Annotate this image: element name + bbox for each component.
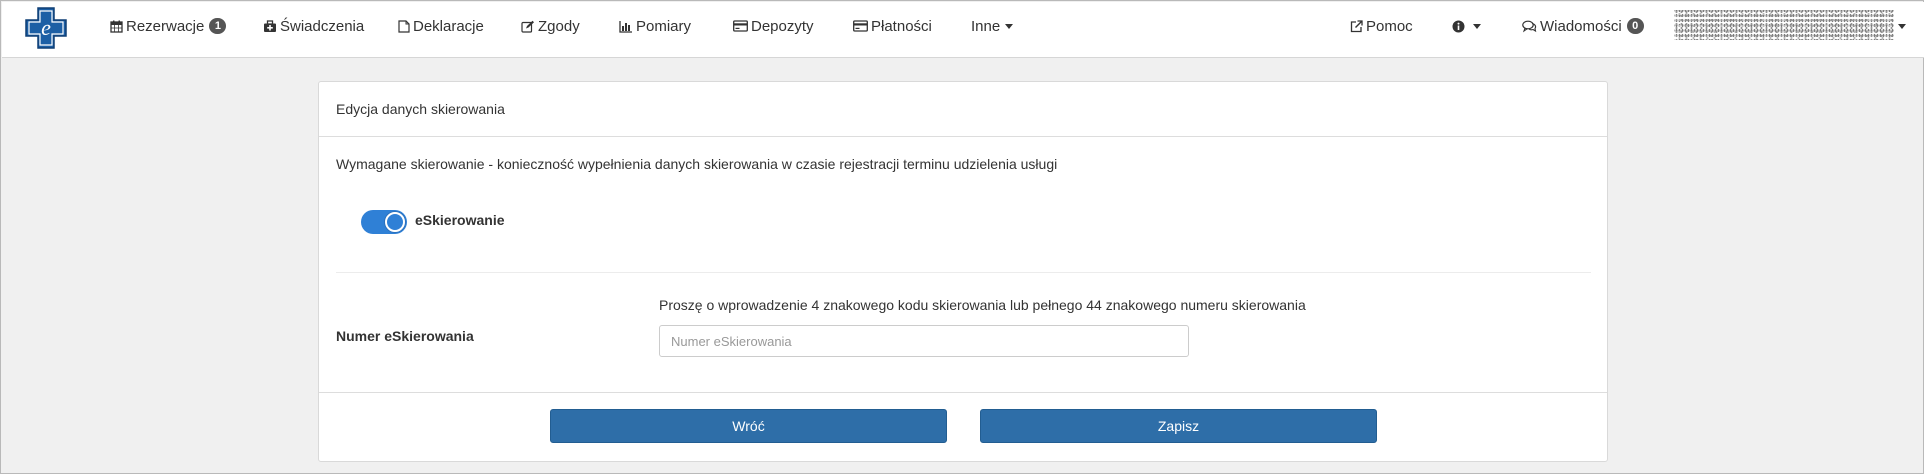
medkit-icon [264, 19, 276, 32]
logo-icon[interactable]: e [24, 6, 68, 50]
referral-required-info: Wymagane skierowanie - konieczność wypeł… [336, 156, 1058, 172]
field-help-text: Proszę o wprowadzenie 4 znakowego kodu s… [659, 297, 1306, 313]
nav-platnosci[interactable]: Płatności [853, 2, 932, 50]
nav-label: Pomoc [1366, 17, 1413, 35]
app-frame: e Rezerwacje 1 Świadczenia Deklaracje Zg… [0, 0, 1924, 474]
referral-edit-panel: Edycja danych skierowania Wymagane skier… [318, 81, 1608, 462]
messages-badge: 0 [1626, 18, 1644, 34]
toggle-label: eSkierowanie [415, 212, 505, 228]
document-icon [398, 19, 410, 33]
nav-label: Wiadomości [1540, 17, 1622, 35]
save-button[interactable]: Zapisz [980, 409, 1377, 443]
nav-label: Pomiary [636, 17, 692, 35]
nav-inne-dropdown[interactable]: Inne [971, 2, 1014, 50]
external-link-icon [1350, 19, 1363, 32]
calendar-icon [110, 20, 123, 33]
nav-label: Płatności [871, 17, 932, 35]
nav-label: Deklaracje [413, 17, 484, 35]
edit-icon [521, 20, 534, 33]
svg-text:e: e [41, 15, 51, 40]
back-button[interactable]: Wróć [550, 409, 947, 443]
reservations-badge: 1 [209, 18, 227, 34]
nav-deklaracje[interactable]: Deklaracje [398, 2, 484, 50]
credit-card-icon [733, 20, 748, 32]
nav-label: Inne [971, 17, 1001, 35]
nav-pomiary[interactable]: Pomiary [619, 2, 691, 50]
field-label-numer: Numer eSkierowania [336, 328, 474, 344]
nav-label: Zgody [538, 17, 580, 35]
nav-info-dropdown[interactable] [1452, 2, 1481, 50]
panel-heading: Edycja danych skierowania [319, 82, 1607, 137]
divider [336, 272, 1591, 273]
top-navbar: e Rezerwacje 1 Świadczenia Deklaracje Zg… [2, 2, 1924, 58]
footer-divider [319, 392, 1607, 393]
eskierowanie-toggle[interactable] [361, 210, 407, 234]
nav-pomoc[interactable]: Pomoc [1350, 2, 1413, 50]
nav-label: Świadczenia [280, 17, 365, 35]
nav-wiadomosci[interactable]: Wiadomości 0 [1522, 2, 1644, 50]
chevron-down-icon[interactable] [1898, 24, 1906, 29]
info-icon [1452, 20, 1465, 32]
user-menu[interactable] [1674, 10, 1894, 40]
comments-icon [1522, 20, 1537, 32]
chevron-down-icon [1005, 23, 1014, 29]
nav-rezerwacje[interactable]: Rezerwacje 1 [110, 2, 227, 50]
nav-swiadczenia[interactable]: Świadczenia [263, 2, 364, 50]
credit-card-icon [853, 20, 868, 32]
nav-label: Rezerwacje [126, 17, 205, 35]
toggle-knob [385, 212, 405, 232]
nav-depozyty[interactable]: Depozyty [733, 2, 814, 50]
nav-zgody[interactable]: Zgody [521, 2, 580, 50]
nav-label: Depozyty [751, 17, 814, 35]
bar-chart-icon [619, 20, 632, 33]
chevron-down-icon [1473, 23, 1481, 29]
eskierowanie-number-input[interactable] [659, 325, 1189, 357]
